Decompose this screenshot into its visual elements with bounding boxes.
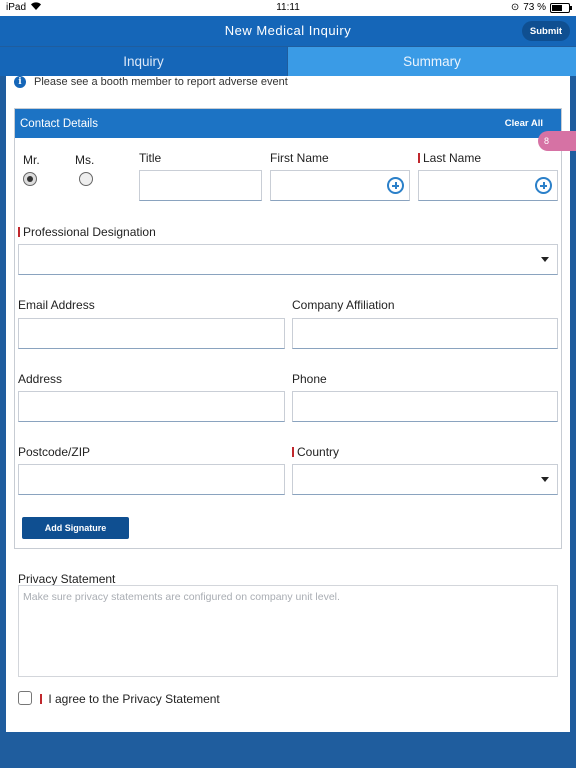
battery-percent: 73 % bbox=[523, 2, 546, 13]
company-field[interactable] bbox=[292, 318, 558, 349]
notification-badge[interactable]: 8 bbox=[538, 131, 576, 151]
tab-inquiry[interactable]: Inquiry bbox=[0, 47, 287, 76]
contact-details-header: Contact Details Clear All bbox=[15, 109, 561, 138]
mr-label: Mr. bbox=[23, 153, 40, 167]
ms-label: Ms. bbox=[75, 153, 95, 167]
postcode-label: Postcode/ZIP bbox=[18, 445, 91, 459]
first-name-input[interactable] bbox=[270, 170, 410, 201]
required-marker bbox=[18, 227, 20, 237]
add-first-name-icon[interactable] bbox=[387, 177, 404, 194]
clock: 11:11 bbox=[276, 2, 300, 13]
email-field[interactable] bbox=[18, 318, 285, 349]
info-icon: i bbox=[14, 76, 26, 88]
email-label: Email Address bbox=[18, 298, 95, 312]
professional-designation-label: Professional Designation bbox=[18, 225, 156, 239]
page-title: New Medical Inquiry bbox=[224, 23, 352, 38]
mr-radio[interactable] bbox=[23, 172, 37, 186]
add-last-name-icon[interactable] bbox=[535, 177, 552, 194]
chevron-down-icon bbox=[541, 257, 549, 262]
chevron-down-icon bbox=[541, 477, 549, 482]
country-select[interactable] bbox=[292, 464, 558, 495]
company-label: Company Affiliation bbox=[292, 298, 395, 312]
notice-text: Please see a booth member to report adve… bbox=[34, 76, 288, 88]
title-label: Title bbox=[139, 151, 162, 165]
battery-level bbox=[552, 4, 562, 11]
required-marker bbox=[292, 447, 294, 457]
phone-label: Phone bbox=[292, 372, 327, 386]
rotation-lock-icon: ⊙ bbox=[510, 2, 520, 13]
privacy-agree-checkbox[interactable] bbox=[18, 691, 32, 705]
title-input[interactable] bbox=[139, 170, 262, 201]
ms-radio[interactable] bbox=[79, 172, 93, 186]
professional-designation-select[interactable] bbox=[18, 244, 558, 275]
address-field[interactable] bbox=[18, 391, 285, 422]
adverse-event-notice: i Please see a booth member to report ad… bbox=[14, 76, 288, 88]
last-name-label: Last Name bbox=[418, 151, 481, 165]
postcode-field[interactable] bbox=[18, 464, 285, 495]
contact-details-title: Contact Details bbox=[20, 118, 98, 130]
privacy-agree-label[interactable]: I agree to the Privacy Statement bbox=[40, 692, 220, 706]
required-marker bbox=[418, 153, 420, 163]
status-right: ⊙ 73 % bbox=[510, 2, 572, 13]
status-bar: iPad 11:11 ⊙ 73 % bbox=[0, 0, 576, 16]
tab-summary[interactable]: Summary bbox=[288, 47, 576, 76]
address-label: Address bbox=[18, 372, 63, 386]
submit-button[interactable]: Submit bbox=[522, 21, 570, 41]
privacy-statement-box: Make sure privacy statements are configu… bbox=[18, 585, 558, 677]
privacy-statement-label: Privacy Statement bbox=[18, 572, 116, 586]
first-name-label: First Name bbox=[270, 151, 329, 165]
required-marker bbox=[40, 694, 42, 704]
clear-all-button[interactable]: Clear All bbox=[505, 118, 543, 129]
navigation-bar: New Medical Inquiry Submit bbox=[0, 16, 576, 46]
battery-icon bbox=[550, 2, 572, 13]
last-name-input[interactable] bbox=[418, 170, 558, 201]
country-label: Country bbox=[292, 445, 339, 459]
phone-field[interactable] bbox=[292, 391, 558, 422]
add-signature-button[interactable]: Add Signature bbox=[22, 517, 129, 539]
